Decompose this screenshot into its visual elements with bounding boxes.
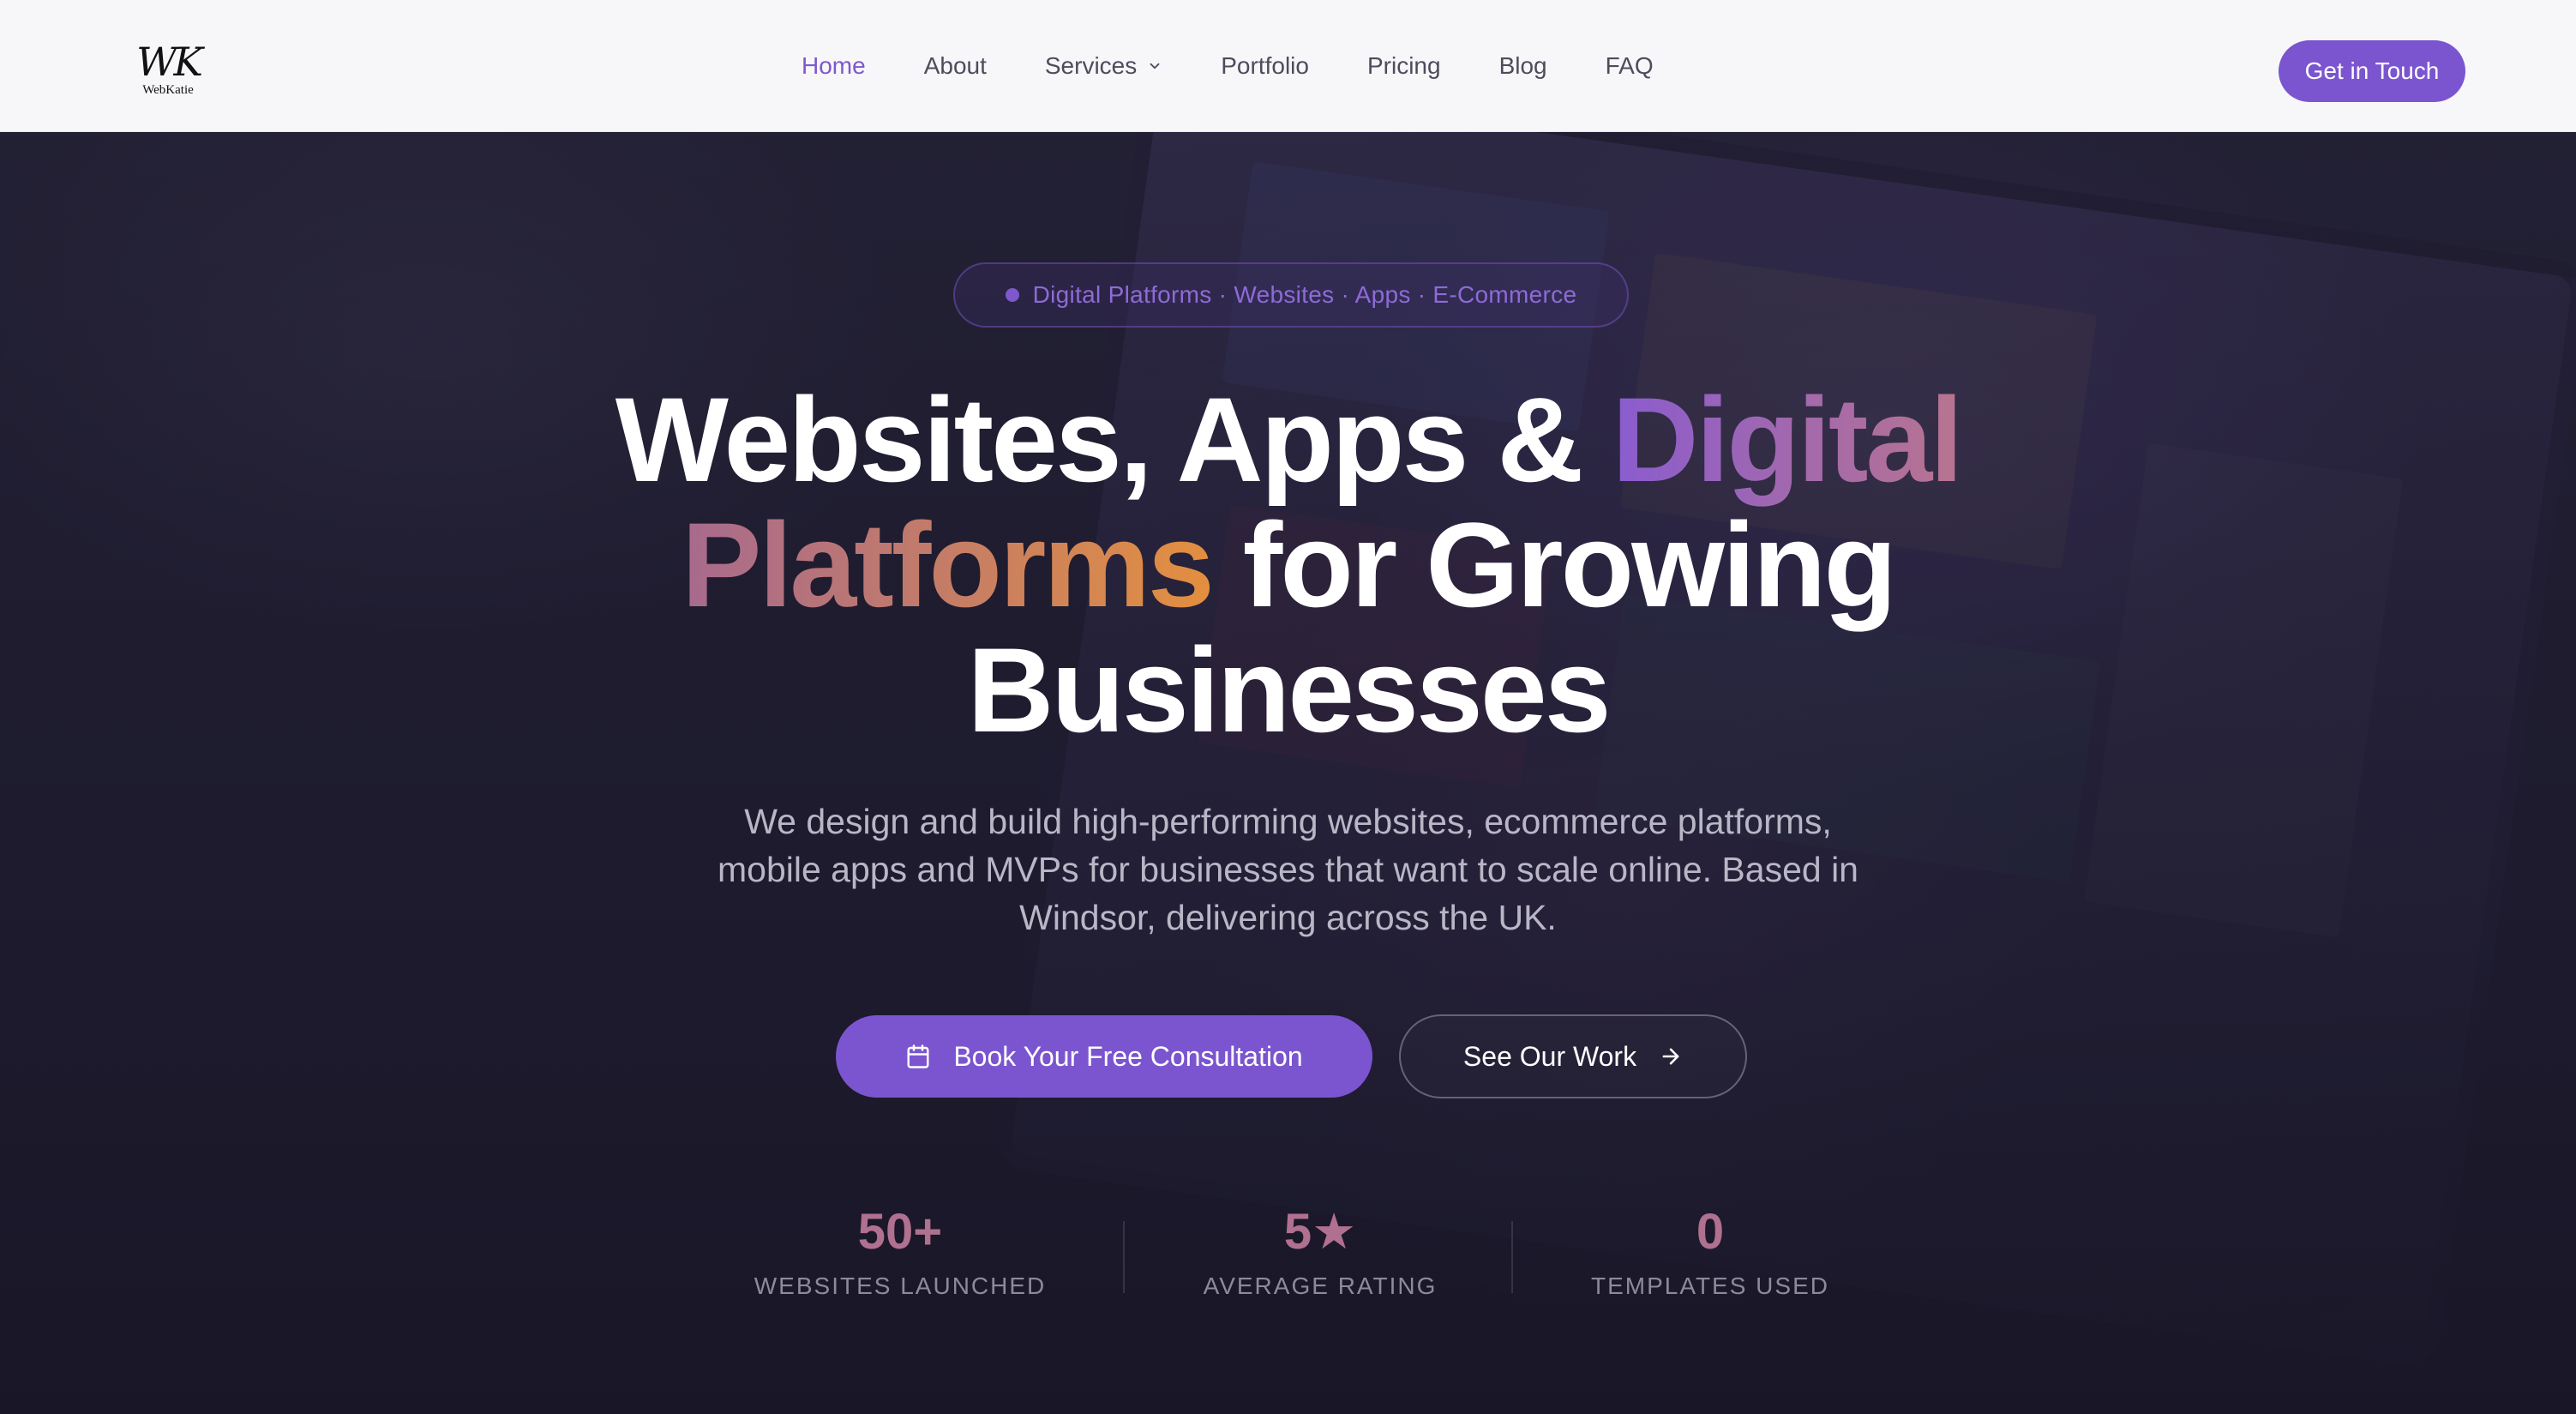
stat-label: WEBSITES LAUNCHED	[754, 1273, 1047, 1299]
stat-websites-launched: 50+ WEBSITES LAUNCHED	[746, 1204, 1054, 1300]
button-label: Book Your Free Consultation	[953, 1040, 1303, 1072]
nav-item-services[interactable]: Services	[1045, 52, 1162, 80]
logo-mark: WK	[136, 38, 203, 85]
nav-item-label: About	[923, 52, 987, 79]
book-consultation-button[interactable]: Book Your Free Consultation	[836, 1015, 1372, 1098]
stat-label: TEMPLATES USED	[1591, 1273, 1829, 1299]
nav-item-label: FAQ	[1605, 52, 1654, 79]
nav-item-label: Portfolio	[1221, 52, 1309, 79]
stat-templates-used: 0 TEMPLATES USED	[1560, 1204, 1860, 1300]
headline-highlight-platforms: Platforms	[682, 497, 1215, 632]
headline-part1: Websites, Apps &	[615, 372, 1612, 507]
nav-item-label: Services	[1044, 52, 1138, 79]
nav-item-faq[interactable]: FAQ	[1606, 52, 1654, 80]
nav-item-home[interactable]: Home	[802, 52, 866, 80]
stat-label: AVERAGE RATING	[1203, 1273, 1438, 1299]
nav-item-about[interactable]: About	[924, 52, 987, 80]
nav-item-portfolio[interactable]: Portfolio	[1221, 52, 1309, 80]
site-header: WK WebKatie Home About Services Portfoli…	[0, 0, 2576, 132]
logo-text: WebKatie	[142, 82, 194, 97]
stat-value: 5★	[1283, 1204, 1357, 1260]
button-label: See Our Work	[1462, 1040, 1637, 1072]
hero-subtitle: We design and build high-performing webs…	[718, 802, 1858, 937]
stat-average-rating: 5★ AVERAGE RATING	[1183, 1204, 1457, 1300]
hero-badge: Digital Platforms · Websites · Apps · E-…	[953, 262, 1629, 328]
arrow-right-icon	[1662, 1048, 1679, 1065]
nav-item-pricing[interactable]: Pricing	[1367, 52, 1441, 80]
stat-value: 50+	[857, 1204, 943, 1260]
stat-value: 0	[1696, 1204, 1725, 1260]
headline-highlight-digital: Digital	[1612, 372, 1963, 507]
calendar-icon	[907, 1044, 929, 1068]
nav-item-label: Blog	[1498, 52, 1547, 79]
nav-item-label: Pricing	[1366, 52, 1441, 79]
see-our-work-button[interactable]: See Our Work	[1399, 1014, 1747, 1098]
get-in-touch-button[interactable]: Get in Touch	[2279, 40, 2465, 102]
hero-headline: Websites, Apps & Digital Platforms for Gr…	[480, 377, 2096, 753]
main-nav: Home About Services Portfolio Pricing Bl…	[802, 0, 1712, 132]
nav-item-blog[interactable]: Blog	[1499, 52, 1547, 80]
badge-dot-icon	[1005, 288, 1019, 302]
nav-item-label: Home	[802, 52, 866, 79]
badge-text: Digital Platforms · Websites · Apps · E-…	[1032, 281, 1577, 308]
stat-divider	[1123, 1221, 1125, 1293]
hero-section: Digital Platforms · Websites · Apps · E-…	[0, 132, 2576, 1414]
chevron-down-icon	[1150, 63, 1160, 69]
brand-logo[interactable]: WK WebKatie	[135, 38, 203, 99]
stat-divider	[1511, 1221, 1513, 1293]
